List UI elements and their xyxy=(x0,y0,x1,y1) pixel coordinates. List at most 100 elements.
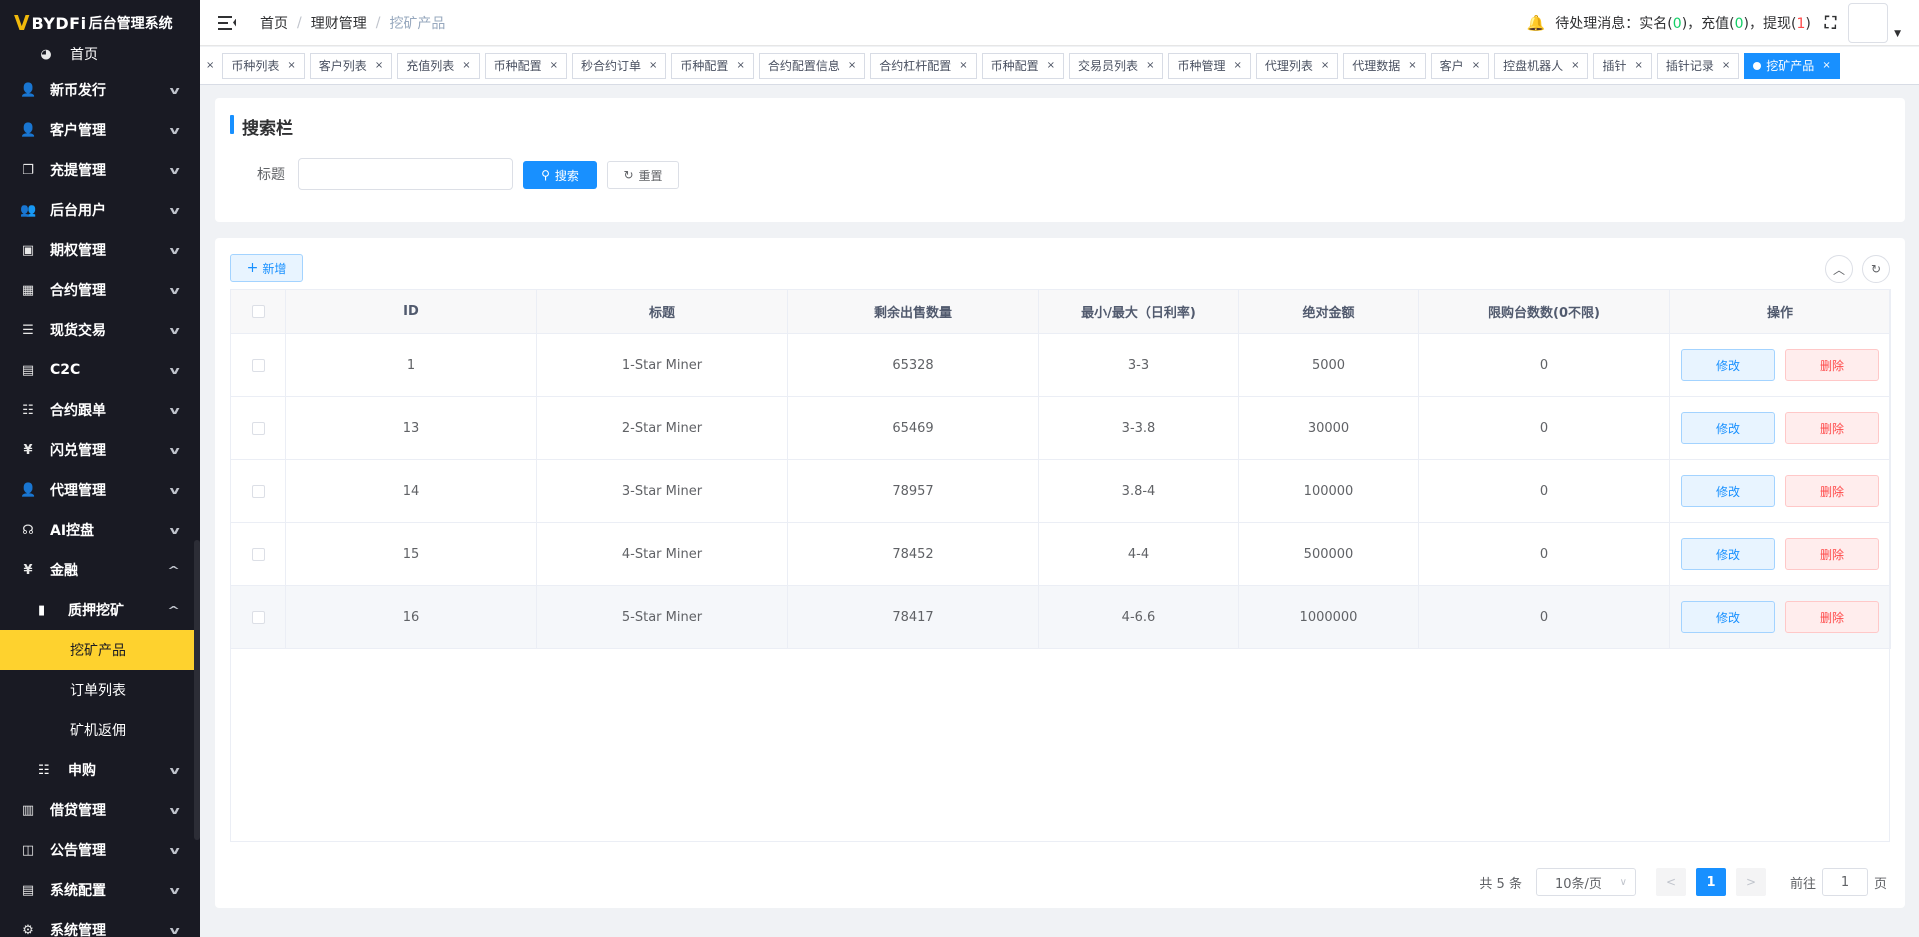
sidebar-item-staking-mining[interactable]: ▮ 质押挖矿 ^ xyxy=(0,590,200,630)
delete-button[interactable]: 删除 xyxy=(1785,412,1879,444)
bell-icon[interactable]: 🔔 xyxy=(1527,14,1546,32)
sidebar-item-after-1[interactable]: ▥ 借贷管理 v xyxy=(0,790,200,830)
tag-item[interactable]: 合约配置信息 × xyxy=(758,52,866,79)
sidebar-leaf-order-list[interactable]: 订单列表 xyxy=(0,670,200,710)
pending-notice[interactable]: 待处理消息：实名(0)，充值(0)，提现(1) xyxy=(1555,13,1811,33)
sidebar-item-after-3[interactable]: ▤ 系统配置 v xyxy=(0,870,200,910)
sidebar-leaf-miner-rebate[interactable]: 矿机返佣 xyxy=(0,710,200,750)
close-icon[interactable]: × xyxy=(1233,60,1241,71)
close-icon[interactable]: × xyxy=(1571,60,1579,71)
cell-remaining: 78452 xyxy=(787,522,1039,586)
close-icon[interactable]: × xyxy=(1146,60,1154,71)
edit-button[interactable]: 修改 xyxy=(1681,475,1775,507)
goto-page-input[interactable]: 1 xyxy=(1821,868,1868,896)
close-icon[interactable]: × xyxy=(1321,60,1329,71)
refresh-button[interactable]: ↻ xyxy=(1862,255,1890,283)
close-icon[interactable]: × xyxy=(287,60,295,71)
grid-icon: ▦ xyxy=(21,282,35,298)
tag-item[interactable]: 币种配置 × xyxy=(981,52,1065,79)
close-icon[interactable]: × xyxy=(649,60,657,71)
tag-item[interactable]: 秒合约订单 × xyxy=(572,52,667,79)
sidebar-item-0[interactable]: 👤 新币发行 v xyxy=(0,70,200,110)
tag-active[interactable]: 挖矿产品 × xyxy=(1744,52,1840,79)
tag-item[interactable]: 代理列表 × xyxy=(1255,52,1339,79)
breadcrumb-home[interactable]: 首页 xyxy=(260,13,288,33)
close-icon[interactable]: × xyxy=(1408,60,1416,71)
delete-button[interactable]: 删除 xyxy=(1785,475,1879,507)
row-checkbox[interactable] xyxy=(251,484,265,498)
breadcrumb-finance[interactable]: 理财管理 xyxy=(311,13,367,33)
close-icon[interactable]: × xyxy=(848,60,856,71)
close-icon[interactable]: × xyxy=(1635,60,1643,71)
edit-button[interactable]: 修改 xyxy=(1681,538,1775,570)
sidebar-item-4[interactable]: ▣ 期权管理 v xyxy=(0,230,200,270)
sidebar-item-3[interactable]: 👥 后台用户 v xyxy=(0,190,200,230)
goto-label: 前往 xyxy=(1789,876,1816,892)
close-icon[interactable]: × xyxy=(550,60,558,71)
tag-item[interactable]: 客户列表 × xyxy=(309,52,393,79)
tag-item[interactable]: 币种列表 × xyxy=(222,52,305,79)
reset-button[interactable]: ↻ 重置 xyxy=(607,161,679,189)
sidebar-leaf-mining-products[interactable]: 挖矿产品 xyxy=(0,630,200,670)
caret-down-icon[interactable]: ▼ xyxy=(1894,29,1901,39)
tag-item[interactable]: 交易员列表 × xyxy=(1069,52,1164,79)
sidebar-item-after-4[interactable]: ⚙ 系统管理 v xyxy=(0,910,200,937)
sidebar-item-home[interactable]: ◕ 首页 xyxy=(0,38,200,70)
chevron-down-icon: v xyxy=(169,883,180,897)
close-icon[interactable]: × xyxy=(1047,60,1055,71)
row-checkbox[interactable] xyxy=(251,610,265,624)
toggle-search-button[interactable]: ︿ xyxy=(1825,255,1853,283)
delete-button[interactable]: 删除 xyxy=(1785,601,1879,633)
tag-item[interactable]: 币种配置 × xyxy=(484,52,568,79)
edit-button[interactable]: 修改 xyxy=(1681,412,1775,444)
tag-item[interactable]: 充值列表 × xyxy=(397,52,480,79)
delete-button[interactable]: 删除 xyxy=(1785,538,1879,570)
sidebar-item-8[interactable]: ☷ 合约跟单 v xyxy=(0,390,200,430)
tag-item[interactable]: 插针记录 × xyxy=(1656,52,1740,79)
sidebar-scrollbar[interactable] xyxy=(194,540,200,840)
sidebar-item-2[interactable]: ❐ 充提管理 v xyxy=(0,150,200,190)
edit-button[interactable]: 修改 xyxy=(1681,349,1775,381)
select-all-checkbox[interactable] xyxy=(251,305,265,318)
sidebar-item-after-0[interactable]: ☷ 申购 v xyxy=(0,750,200,790)
delete-button[interactable]: 删除 xyxy=(1785,349,1879,381)
tag-item[interactable]: 币种管理 × xyxy=(1168,52,1251,79)
close-icon[interactable]: × xyxy=(206,60,214,71)
edit-button[interactable]: 修改 xyxy=(1681,601,1775,633)
sidebar-item-5[interactable]: ▦ 合约管理 v xyxy=(0,270,200,310)
sidebar-item-1[interactable]: 👤 客户管理 v xyxy=(0,110,200,150)
sidebar-item-6[interactable]: ☰ 现货交易 v xyxy=(0,310,200,350)
add-button[interactable]: + 新增 xyxy=(230,254,303,282)
close-icon[interactable]: × xyxy=(462,60,470,71)
page-size-select[interactable]: 10条/页 ∨ xyxy=(1535,868,1636,896)
tag-item[interactable]: 币种配置 × xyxy=(671,52,754,79)
tag-item[interactable]: 插针 × xyxy=(1593,52,1652,79)
page-number[interactable]: 1 xyxy=(1695,868,1726,896)
avatar[interactable] xyxy=(1848,3,1889,43)
tag-item[interactable]: 代理数据 × xyxy=(1343,52,1426,79)
close-icon[interactable]: × xyxy=(959,60,967,71)
close-icon[interactable]: × xyxy=(1822,60,1830,71)
close-icon[interactable]: × xyxy=(736,60,744,71)
close-icon[interactable]: × xyxy=(375,60,383,71)
sidebar-item-10[interactable]: 👤 代理管理 v xyxy=(0,470,200,510)
row-checkbox[interactable] xyxy=(251,421,265,435)
hamburger-icon[interactable] xyxy=(218,15,236,30)
prev-page-button[interactable]: < xyxy=(1655,868,1686,896)
search-button[interactable]: ⚲ 搜索 xyxy=(523,161,597,189)
sidebar-item-12[interactable]: ¥ 金融 ^ xyxy=(0,550,200,590)
sidebar-item-7[interactable]: ▤ C2C v xyxy=(0,350,200,390)
row-checkbox[interactable] xyxy=(251,547,265,561)
row-checkbox[interactable] xyxy=(251,358,265,372)
close-icon[interactable]: × xyxy=(1472,60,1480,71)
close-icon[interactable]: × xyxy=(1722,60,1730,71)
tag-item[interactable]: 合约杠杆配置 × xyxy=(870,52,977,79)
next-page-button[interactable]: > xyxy=(1735,868,1766,896)
sidebar-item-9[interactable]: ¥ 闪兑管理 v xyxy=(0,430,200,470)
fullscreen-icon[interactable]: ⛶ xyxy=(1825,13,1836,33)
title-search-input[interactable] xyxy=(298,158,513,190)
sidebar-item-11[interactable]: ☊ AI控盘 v xyxy=(0,510,200,550)
tag-item[interactable]: 客户 × xyxy=(1430,52,1490,79)
tag-item[interactable]: 控盘机器人 × xyxy=(1494,52,1589,79)
sidebar-item-after-2[interactable]: ◫ 公告管理 v xyxy=(0,830,200,870)
